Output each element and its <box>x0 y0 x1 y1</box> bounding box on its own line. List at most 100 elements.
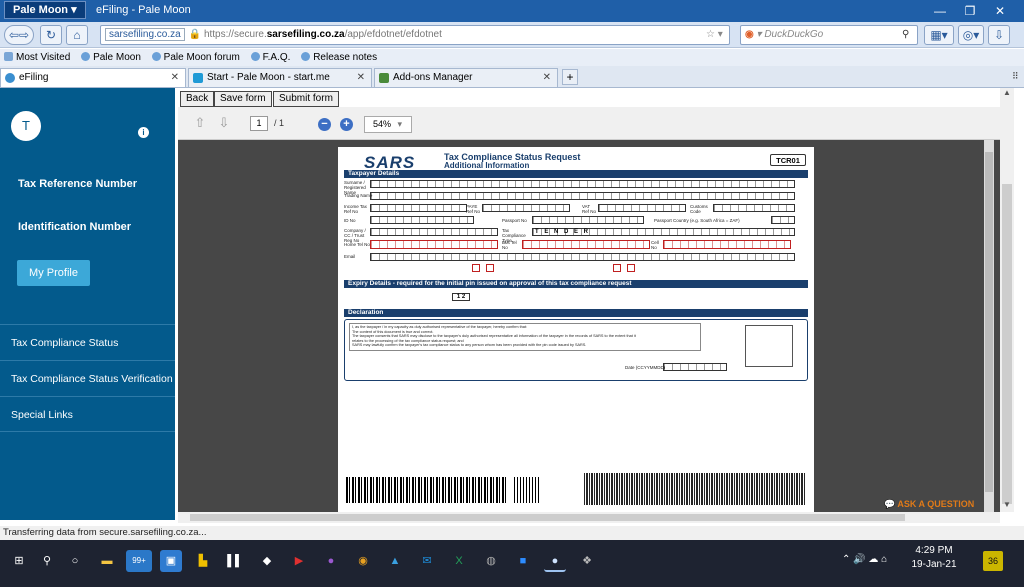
page-scroll-thumb[interactable] <box>1002 184 1012 504</box>
bookmark-label: F.A.Q. <box>262 52 291 63</box>
surname-field[interactable] <box>370 180 795 188</box>
label-passport-country: Passport Country (e.g. South Africa = ZA… <box>654 218 740 223</box>
bus-tel-field[interactable] <box>522 240 650 249</box>
id-number-field[interactable] <box>370 216 474 224</box>
date-field[interactable] <box>663 363 727 371</box>
email-field[interactable] <box>370 253 795 261</box>
horizontal-scrollbar[interactable] <box>178 512 1000 523</box>
clock[interactable]: 4:29 PM 19-Jan-21 <box>904 544 964 572</box>
reload-icon[interactable]: ↻ <box>40 25 62 45</box>
identification-label: Identification Number <box>18 221 132 233</box>
horizontal-scroll-thumb[interactable] <box>190 514 905 521</box>
bookmark-faq[interactable]: F.A.Q. <box>250 49 291 66</box>
passport-country-field[interactable] <box>771 216 795 224</box>
extension-icon[interactable]: ◎▾ <box>958 25 984 45</box>
mail-icon[interactable]: 99+ <box>126 550 152 572</box>
home-icon[interactable]: ⌂ <box>66 25 88 45</box>
representative-no-checkbox[interactable] <box>486 264 494 272</box>
bookmark-pale-moon[interactable]: Pale Moon <box>81 49 141 66</box>
download-icon[interactable]: ⇩ <box>988 25 1010 45</box>
barcode-2 <box>514 477 540 503</box>
back-button[interactable]: Back <box>180 91 215 107</box>
zoom-app-icon[interactable]: ■ <box>512 550 534 572</box>
scroll-up-icon[interactable]: ▲ <box>1003 88 1011 97</box>
tab-list-icon[interactable]: ⠿ <box>1012 71 1019 82</box>
passport-field[interactable] <box>532 216 644 224</box>
sidebar-item-tax-compliance-verification[interactable]: Tax Compliance Status Verification <box>0 360 175 396</box>
sidebar-item-tax-compliance-status[interactable]: Tax Compliance Status <box>0 324 175 360</box>
company-reg-field[interactable] <box>370 228 498 236</box>
customs-field[interactable] <box>713 204 795 212</box>
file-explorer-icon[interactable]: ▬ <box>96 550 118 572</box>
app-icon-2[interactable]: ▙ <box>192 550 214 572</box>
sidebar-item-special-links[interactable]: Special Links <box>0 396 175 432</box>
save-form-button[interactable]: Save form <box>214 91 272 107</box>
drive-icon[interactable]: ▲ <box>384 550 406 572</box>
app-icon-5[interactable]: ● <box>320 550 342 572</box>
bookmark-release-notes[interactable]: Release notes <box>301 49 377 66</box>
tab-addons-manager[interactable]: Add-ons Manager ✕ <box>374 68 558 87</box>
search-magnifier-icon[interactable]: ⚲ <box>902 29 909 40</box>
task-view-icon[interactable]: ○ <box>64 550 86 572</box>
minimize-icon[interactable]: — <box>930 3 950 19</box>
pale-moon-taskbar-icon[interactable]: ● <box>544 550 566 572</box>
section-expiry-details: Expiry Details - required for the initia… <box>344 280 808 288</box>
previous-page-icon[interactable]: ⇧ <box>192 115 208 131</box>
app-icon-6[interactable]: ◍ <box>480 550 502 572</box>
tab-close-icon[interactable]: ✕ <box>357 69 365 87</box>
page-number-input[interactable]: 1 <box>250 116 268 131</box>
zoom-in-icon[interactable]: + <box>340 118 353 131</box>
chrome-icon[interactable]: ◉ <box>352 550 374 572</box>
info-icon[interactable]: i <box>138 127 149 138</box>
tab-close-icon[interactable]: ✕ <box>171 69 179 87</box>
partnership-yes-checkbox[interactable] <box>613 264 621 272</box>
media-player-icon[interactable]: ▶ <box>288 550 310 572</box>
zoom-out-icon[interactable]: − <box>318 118 331 131</box>
trading-name-field[interactable] <box>370 192 795 200</box>
app-icon-3[interactable]: ▌▌ <box>224 550 246 572</box>
outlook-icon[interactable]: ✉ <box>416 550 438 572</box>
search-input[interactable]: ◉ ▾ DuckDuckGo <box>740 25 918 45</box>
next-page-icon[interactable]: ⇩ <box>216 115 232 131</box>
pdf-scroll-thumb[interactable] <box>985 152 993 492</box>
bookmark-star-icon[interactable]: ☆ ▾ <box>706 29 723 40</box>
submit-form-button[interactable]: Submit form <box>273 91 339 107</box>
url-path: /app/efdotnet/efdotnet <box>344 29 442 40</box>
pdf-scrollbar[interactable] <box>984 140 994 512</box>
url-bar[interactable]: sarsefiling.co.za 🔒 https://secure.sarsef… <box>100 25 730 45</box>
search-icon[interactable]: ⚲ <box>36 550 58 572</box>
system-tray-icons[interactable]: ⌃ 🔊 ☁ ⌂ <box>842 554 887 565</box>
tab-start-me[interactable]: Start - Pale Moon - start.me ✕ <box>188 68 372 87</box>
notifications-badge[interactable]: 36 <box>983 551 1003 571</box>
expiry-months-field[interactable]: 1 2 <box>452 293 470 301</box>
app-icon-4[interactable]: ◆ <box>256 550 278 572</box>
tab-efiling[interactable]: eFiling ✕ <box>0 68 186 87</box>
windows-start-icon[interactable]: ⊞ <box>8 550 30 572</box>
scroll-down-icon[interactable]: ▼ <box>1003 500 1011 509</box>
vat-field[interactable] <box>598 204 686 212</box>
cell-field[interactable] <box>663 240 791 249</box>
app-icon-1[interactable]: ▣ <box>160 550 182 572</box>
bookmark-pale-moon-forum[interactable]: Pale Moon forum <box>151 49 240 66</box>
tab-close-icon[interactable]: ✕ <box>543 69 551 87</box>
new-tab-button[interactable]: + <box>562 69 578 85</box>
close-icon[interactable]: ✕ <box>990 3 1010 19</box>
home-tel-field[interactable] <box>370 240 498 249</box>
app-icon-7[interactable]: ❖ <box>576 550 598 572</box>
income-tax-field[interactable] <box>370 204 467 212</box>
my-profile-button[interactable]: My Profile <box>17 260 90 286</box>
paye-field[interactable] <box>482 204 570 212</box>
partnership-no-checkbox[interactable] <box>627 264 635 272</box>
representative-yes-checkbox[interactable] <box>472 264 480 272</box>
toolbar-menu-icon[interactable]: ▦▾ <box>924 25 954 45</box>
avatar[interactable]: T <box>11 111 41 141</box>
restore-icon[interactable]: ❐ <box>960 3 980 19</box>
page-scrollbar[interactable]: ▲ ▼ <box>1000 88 1014 512</box>
back-forward-icon[interactable]: ⇦⇨ <box>4 25 34 45</box>
ask-question-button[interactable]: 💬 ASK A QUESTION <box>884 499 974 513</box>
app-menu-button[interactable]: Pale Moon ▾ <box>4 1 86 19</box>
zoom-select[interactable]: 54% ▾ <box>364 116 412 133</box>
bookmark-most-visited[interactable]: Most Visited <box>4 49 70 66</box>
excel-icon[interactable]: X <box>448 550 470 572</box>
site-identity[interactable]: sarsefiling.co.za <box>105 28 185 41</box>
